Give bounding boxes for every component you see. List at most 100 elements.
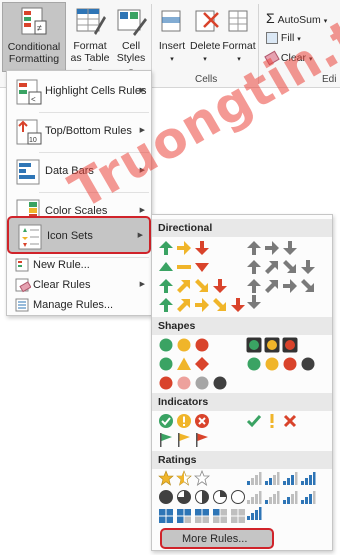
- arrow-up-right-gray-icon: [265, 261, 278, 274]
- boxes-3-filled-icon: [177, 509, 191, 523]
- icon-set-3-signs[interactable]: [158, 356, 212, 372]
- chevron-down-icon: ▾: [237, 56, 241, 63]
- conditional-formatting-menu: < Highlight Cells Rules ▶ 10 Top/Bottom …: [6, 70, 152, 316]
- cells-group-label: Cells: [195, 74, 218, 85]
- signal-2-bar-icon: [283, 491, 298, 504]
- triangle-yellow-icon: [177, 357, 191, 370]
- arrow-up-right-gray-icon: [265, 280, 278, 293]
- section-header-directional: Directional: [152, 219, 332, 237]
- delete-label: Delete: [190, 40, 221, 52]
- chevron-right-icon: ▶: [139, 281, 145, 288]
- x-circle-red-icon: [195, 414, 209, 428]
- new-rule-icon: [15, 258, 29, 272]
- conditional-formatting-button[interactable]: ≠ Conditional Formatting ▾: [2, 2, 66, 76]
- x-red-icon: [283, 414, 297, 428]
- boxes-4-filled-icon: [159, 509, 173, 523]
- delete-button[interactable]: Delete ▾: [190, 2, 220, 72]
- menu-item-highlight-cells-rules[interactable]: < Highlight Cells Rules ▶: [7, 73, 151, 111]
- check-green-icon: [246, 415, 262, 428]
- menu-item-top-bottom-rules[interactable]: 10 Top/Bottom Rules ▶: [7, 113, 151, 151]
- signal-3-bar-icon: [301, 491, 316, 504]
- format-cells-icon: [228, 10, 248, 32]
- triangle-up-green-icon: [159, 262, 173, 271]
- chevron-down-icon: ▾: [308, 56, 313, 63]
- chevron-right-icon: ▶: [139, 207, 145, 214]
- icon-set-3-symbols-circled[interactable]: [158, 413, 212, 429]
- format-as-table-icon: [76, 8, 106, 35]
- dash-yellow-icon: [177, 265, 191, 269]
- star-full-icon: [158, 470, 174, 486]
- arrow-down-right-gray-icon: [301, 279, 314, 292]
- more-rules-button[interactable]: More Rules...: [160, 528, 274, 549]
- signal-1-bar-icon: [265, 491, 280, 504]
- exclamation-circle-yellow-icon: [177, 414, 191, 428]
- icon-set-3-arrows-colored[interactable]: [158, 240, 212, 256]
- autosum-button[interactable]: Σ AutoSum ▾: [266, 10, 327, 26]
- circle-gray-icon: [195, 376, 209, 390]
- arrow-right-gray-icon: [265, 241, 279, 255]
- icon-set-5-boxes[interactable]: [158, 508, 248, 524]
- highlight-cells-icon: <: [16, 79, 42, 105]
- arrow-up-gray-icon: [247, 260, 261, 274]
- clear-label: Clear: [280, 52, 307, 64]
- icon-set-5-quarters[interactable]: [158, 489, 248, 505]
- icon-set-4-arrows-colored[interactable]: [158, 278, 230, 294]
- autosum-label: AutoSum: [277, 14, 321, 26]
- quarter-one-icon: [213, 490, 227, 504]
- boxes-1-filled-icon: [213, 509, 227, 523]
- circle-yellow-icon: [265, 357, 279, 371]
- icon-set-3-flags[interactable]: [158, 432, 212, 448]
- menu-item-label: Clear Rules: [33, 279, 91, 291]
- clear-button[interactable]: Clear ▾: [264, 50, 313, 66]
- chevron-down-icon: ▾: [203, 56, 207, 63]
- insert-button[interactable]: Insert ▾: [156, 2, 188, 72]
- icon-sets-submenu: Directional Shapes Indicators Ratings Mo…: [151, 214, 333, 551]
- chevron-right-icon: ▶: [137, 232, 143, 239]
- format-button[interactable]: Format ▾: [222, 2, 256, 72]
- conditional-formatting-label: Conditional Formatting: [7, 41, 61, 65]
- menu-item-data-bars[interactable]: Data Bars ▶: [7, 153, 151, 191]
- signal-0-bar-icon: [247, 491, 262, 504]
- icon-set-3-triangles[interactable]: [158, 259, 212, 275]
- format-as-table-button[interactable]: Format as Table ▾: [68, 2, 112, 75]
- data-bars-icon: [16, 159, 40, 185]
- circle-red-icon: [195, 338, 209, 352]
- quarter-full-icon: [159, 490, 173, 504]
- arrow-down-gray-icon: [247, 295, 261, 309]
- section-header-shapes: Shapes: [152, 317, 332, 335]
- menu-item-icon-sets[interactable]: Icon Sets ▶: [7, 216, 151, 254]
- fill-button[interactable]: Fill ▾: [266, 32, 301, 45]
- flag-green-icon: [160, 433, 172, 447]
- icon-set-4-arrows-gray[interactable]: [246, 259, 318, 275]
- icon-set-5-ratings[interactable]: [246, 489, 332, 520]
- arrow-up-right-yellow-icon: [177, 299, 190, 312]
- icon-set-3-symbols-uncircled[interactable]: [246, 413, 300, 429]
- arrow-down-red-icon: [213, 279, 227, 293]
- menu-item-new-rule[interactable]: New Rule...: [7, 255, 151, 275]
- menu-item-manage-rules[interactable]: Manage Rules...: [7, 295, 151, 315]
- ribbon-separator: [258, 4, 259, 84]
- circle-green-icon: [159, 357, 173, 371]
- cell-styles-button[interactable]: Cell Styles ▾: [114, 2, 148, 75]
- menu-item-label: Manage Rules...: [33, 299, 114, 311]
- cell-styles-label: Cell Styles: [116, 40, 146, 64]
- menu-item-label: Data Bars: [45, 165, 94, 177]
- arrow-down-right-yellow-icon: [195, 279, 208, 292]
- icon-set-red-to-black[interactable]: [158, 375, 230, 391]
- menu-item-clear-rules[interactable]: Clear Rules ▶: [7, 275, 151, 295]
- icon-set-3-traffic-lights-unrimmed[interactable]: [158, 337, 212, 353]
- icon-set-4-traffic-lights[interactable]: [246, 356, 318, 372]
- icon-set-3-stars[interactable]: [158, 469, 212, 486]
- arrow-up-gray-icon: [247, 241, 261, 255]
- arrow-down-gray-icon: [283, 241, 297, 255]
- icon-set-3-arrows-gray[interactable]: [246, 240, 300, 256]
- icon-set-5-arrows-gray[interactable]: [246, 278, 332, 309]
- arrow-down-right-yellow-icon: [213, 298, 226, 311]
- section-header-indicators: Indicators: [152, 393, 332, 411]
- rimmed-circle-green-icon: [246, 337, 262, 353]
- arrow-right-yellow-icon: [195, 298, 209, 312]
- icon-set-4-ratings[interactable]: [246, 470, 318, 486]
- icon-set-5-arrows-colored[interactable]: [158, 297, 248, 313]
- icon-set-3-traffic-lights-rimmed[interactable]: [246, 337, 300, 353]
- manage-rules-icon: [15, 298, 29, 312]
